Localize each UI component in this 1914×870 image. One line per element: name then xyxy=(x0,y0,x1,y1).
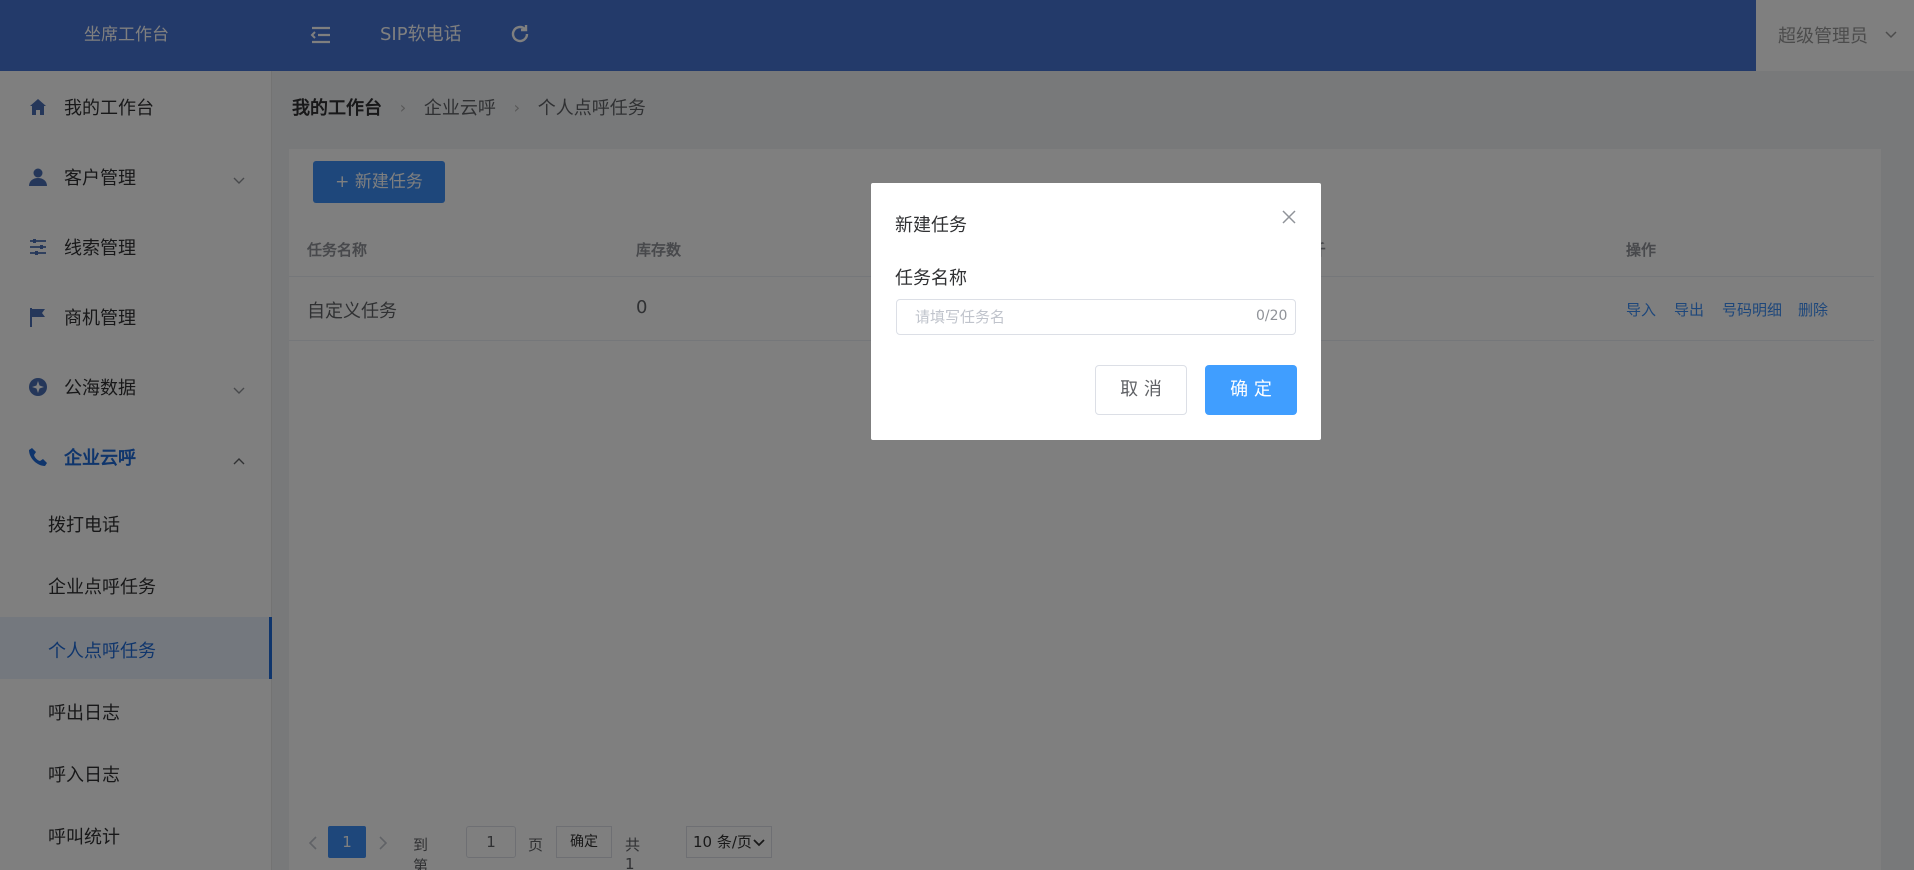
confirm-button[interactable]: 确 定 xyxy=(1205,365,1297,415)
new-task-dialog: 新建任务 任务名称 0/20 取 消 确 定 xyxy=(871,183,1321,440)
cancel-button[interactable]: 取 消 xyxy=(1095,365,1187,415)
char-counter: 0/20 xyxy=(1256,308,1288,324)
dialog-title: 新建任务 xyxy=(895,215,967,236)
close-icon[interactable] xyxy=(1281,209,1297,225)
task-name-label: 任务名称 xyxy=(895,268,967,289)
task-name-input[interactable] xyxy=(896,299,1296,335)
